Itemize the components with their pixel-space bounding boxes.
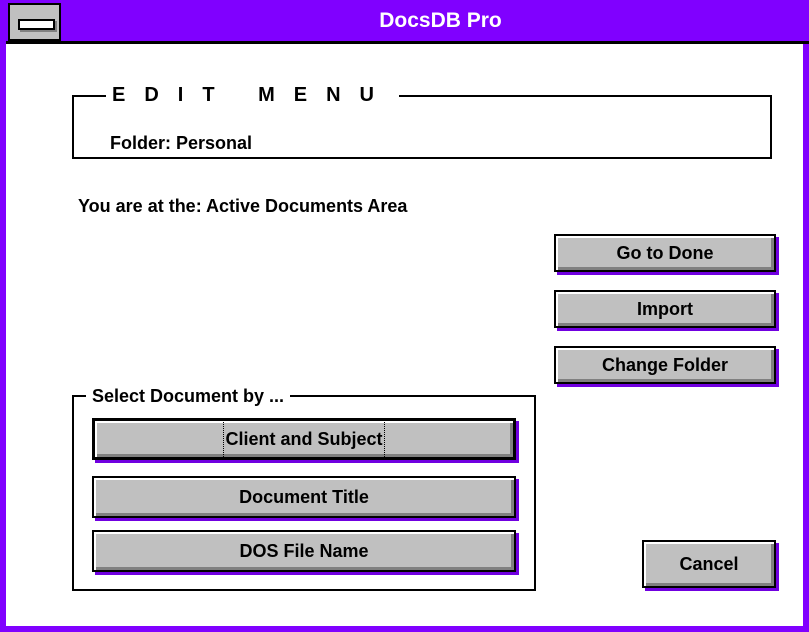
change-folder-label: Change Folder xyxy=(601,355,728,375)
edit-menu-legend: EDIT MENU xyxy=(106,82,399,108)
edit-menu-box: EDIT MENU Folder: Personal xyxy=(72,82,772,159)
dialog-window: DocsDB Pro EDIT MENU Folder: Personal Yo… xyxy=(0,0,809,632)
change-folder-button[interactable]: Change Folder xyxy=(554,346,776,384)
cancel-label: Cancel xyxy=(679,554,739,574)
import-button[interactable]: Import xyxy=(554,290,776,328)
window-title: DocsDB Pro xyxy=(379,9,502,32)
dos-file-name-button[interactable]: DOS File Name xyxy=(92,530,516,572)
go-to-done-button[interactable]: Go to Done xyxy=(554,234,776,272)
document-title-button[interactable]: Document Title xyxy=(92,476,516,518)
select-document-legend: Select Document by ... xyxy=(86,384,291,408)
dos-file-name-label: DOS File Name xyxy=(239,541,369,561)
client-and-subject-label: Client and Subject xyxy=(223,419,385,459)
client-and-subject-button[interactable]: Client and Subject xyxy=(92,418,516,460)
system-menu-button[interactable] xyxy=(8,3,61,41)
import-label: Import xyxy=(637,299,693,319)
go-to-done-label: Go to Done xyxy=(616,243,714,263)
location-label: You are at the: Active Documents Area xyxy=(78,196,408,216)
folder-label: Folder: Personal xyxy=(110,133,253,153)
cancel-button[interactable]: Cancel xyxy=(642,540,776,588)
title-bar[interactable]: DocsDB Pro xyxy=(6,0,809,44)
system-menu-icon xyxy=(18,19,55,30)
document-title-label: Document Title xyxy=(239,487,369,507)
